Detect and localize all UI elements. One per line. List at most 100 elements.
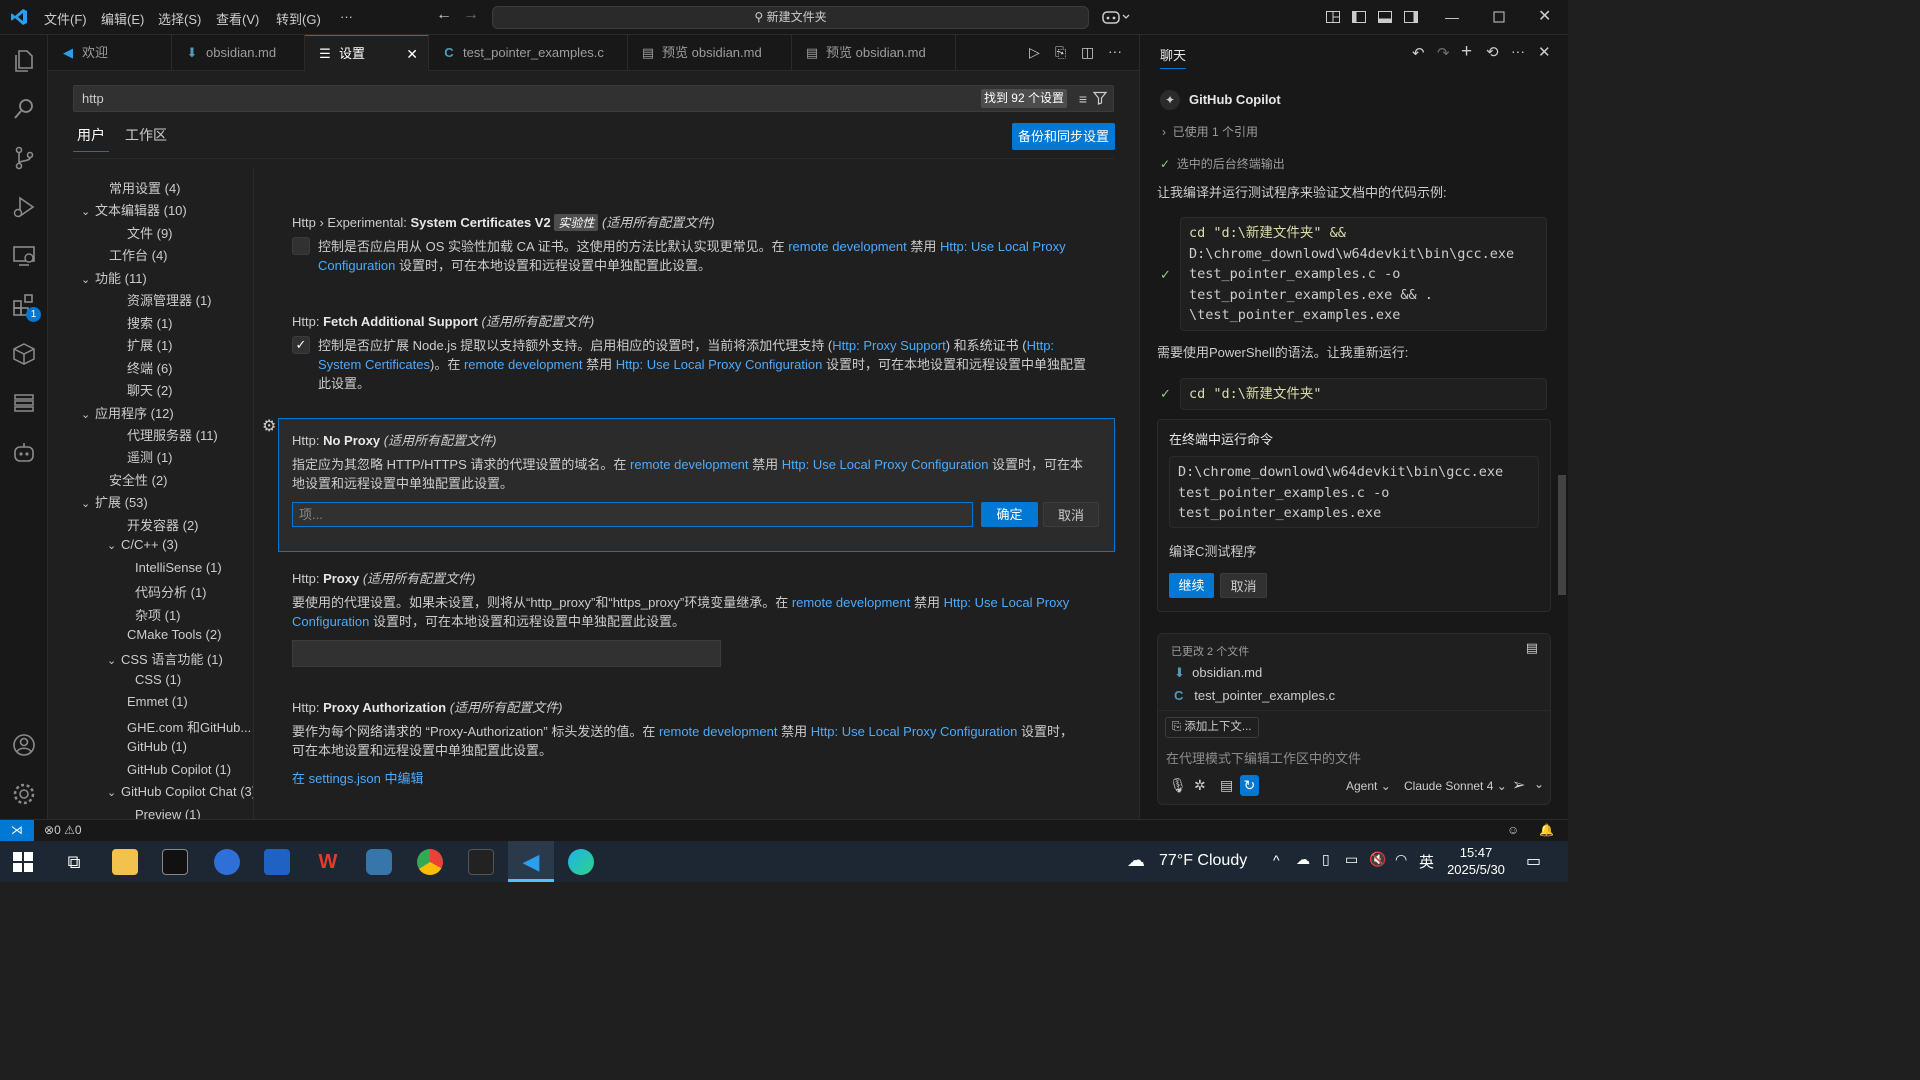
checkbox-system-certificates-v2[interactable] <box>292 237 310 255</box>
remote-indicator-icon[interactable]: ⋊ <box>0 820 34 842</box>
toc-item[interactable]: CSS (1) <box>121 672 181 687</box>
auto-approve-icon[interactable]: ↻ <box>1240 775 1259 796</box>
edit-in-settings-json-link[interactable]: 在 settings.json 中编辑 <box>292 769 1102 788</box>
file-explorer-icon[interactable] <box>112 849 138 875</box>
filter-icon[interactable] <box>1093 91 1107 105</box>
link-remote-development[interactable]: remote development <box>464 357 583 372</box>
tools-icon[interactable]: ✲ <box>1194 777 1206 794</box>
copilot-menu-icon[interactable] <box>1102 9 1132 25</box>
powershell-icon[interactable] <box>264 849 290 875</box>
toc-item[interactable]: Preview (1) <box>121 807 201 819</box>
pending-command-block[interactable]: D:\chrome_downlowd\w64devkit\bin\gcc.exe… <box>1169 456 1539 528</box>
windows-start-icon[interactable] <box>12 851 34 873</box>
source-control-icon[interactable] <box>11 145 37 171</box>
link-use-local-proxy[interactable]: Http: Use Local Proxy Configuration <box>782 457 989 472</box>
menu-file[interactable]: 文件(F) <box>44 9 87 28</box>
toc-item[interactable]: 搜索 (1) <box>113 313 173 332</box>
link-remote-development[interactable]: remote development <box>788 239 907 254</box>
continue-button[interactable]: 继续 <box>1169 573 1214 598</box>
run-debug-icon[interactable] <box>11 194 37 220</box>
obsidian-app-icon[interactable] <box>468 849 494 875</box>
toc-item[interactable]: 文件 (9) <box>113 223 173 242</box>
toc-item[interactable]: 扩展 (1) <box>113 335 173 354</box>
send-options-chevron-icon[interactable]: ⌄ <box>1534 777 1544 791</box>
terminal-app-icon[interactable] <box>162 849 188 875</box>
toc-item[interactable]: 开发容器 (2) <box>113 515 199 534</box>
notifications-bell-icon[interactable]: 🔔 <box>1539 820 1554 841</box>
run-icon[interactable]: ▷ <box>1029 44 1040 61</box>
problems-indicator[interactable]: ⊗0 ⚠0 <box>44 820 82 841</box>
no-proxy-item-input[interactable]: 项... <box>292 502 973 527</box>
chat-scrollbar[interactable] <box>1558 475 1566 595</box>
toc-item[interactable]: 聊天 (2) <box>113 380 173 399</box>
toc-item[interactable]: 安全性 (2) <box>95 470 168 489</box>
clock[interactable]: 15:47 2025/5/30 <box>1444 844 1508 878</box>
task-view-icon[interactable]: ⧉ <box>61 849 87 875</box>
tab-preview-obsidian-1[interactable]: ▤ 预览 obsidian.md <box>628 35 792 71</box>
cancel-button[interactable]: 取消 <box>1043 502 1099 527</box>
tab-user-scope[interactable]: 用户 <box>73 125 109 152</box>
new-chat-icon[interactable]: + <box>1461 41 1472 63</box>
containers-icon[interactable] <box>11 341 37 367</box>
toc-item[interactable]: ⌄ C/C++ (3) <box>107 537 178 552</box>
chat-input[interactable]: 在代理模式下编辑工作区中的文件 <box>1166 748 1361 767</box>
layout-customize-icon[interactable] <box>1325 9 1341 25</box>
microphone-icon[interactable]: 🎙 <box>1169 777 1187 794</box>
cancel-run-button[interactable]: 取消 <box>1220 573 1267 598</box>
onedrive-icon[interactable]: ☁ <box>1296 851 1310 868</box>
checkbox-fetch-additional-support[interactable]: ✓ <box>292 336 310 354</box>
toc-item[interactable]: ⌄ CSS 语言功能 (1) <box>107 649 223 668</box>
tray-chevron-up-icon[interactable]: ^ <box>1273 852 1280 868</box>
confirm-button[interactable]: 确定 <box>981 502 1038 527</box>
toggle-panel-icon[interactable] <box>1377 9 1393 25</box>
toc-item[interactable]: ⌄ 功能 (11) <box>81 268 147 287</box>
search-view-icon[interactable] <box>11 96 37 122</box>
more-actions-icon[interactable]: ··· <box>1108 43 1122 59</box>
terminal-tool-icon[interactable]: ▤ <box>1220 777 1233 794</box>
forward-arrow-icon[interactable]: → <box>463 6 479 24</box>
action-center-icon[interactable]: ▭ <box>1526 851 1541 871</box>
explorer-icon[interactable] <box>11 47 37 73</box>
chat-more-icon[interactable]: ··· <box>1511 43 1525 59</box>
toc-item[interactable]: GitHub (1) <box>113 739 187 754</box>
tab-test-pointer-c[interactable]: Ctest_pointer_examples.c <box>429 35 628 71</box>
chrome-icon[interactable] <box>417 849 443 875</box>
link-configuration[interactable]: Configuration <box>292 614 369 629</box>
tab-obsidian-md[interactable]: ⬇ obsidian.md <box>172 35 305 71</box>
changed-file-obsidian[interactable]: ⬇ obsidian.md <box>1174 665 1262 681</box>
device-icon[interactable]: ▯ <box>1322 851 1330 868</box>
link-use-local-proxy[interactable]: Http: Use Local Proxy <box>940 239 1066 254</box>
toc-item[interactable]: ⌄ 扩展 (53) <box>81 492 148 511</box>
toggle-primary-sidebar-icon[interactable] <box>1351 9 1367 25</box>
toggle-secondary-sidebar-icon[interactable] <box>1403 9 1419 25</box>
history-icon[interactable]: ⟲ <box>1486 43 1499 61</box>
vscode-taskbar-icon[interactable]: ◀ <box>508 841 554 882</box>
toc-item[interactable]: 终端 (6) <box>113 358 173 377</box>
close-tab-icon[interactable]: ✕ <box>406 36 418 72</box>
link-http[interactable]: Http: <box>1027 338 1054 353</box>
minimize-icon[interactable]: — <box>1445 9 1459 25</box>
link-remote-development[interactable]: remote development <box>792 595 911 610</box>
toc-item[interactable]: GitHub Copilot (1) <box>113 762 231 777</box>
copilot-status-icon[interactable]: ☺ <box>1507 820 1519 841</box>
link-use-local-proxy[interactable]: Http: Use Local Proxy Configuration <box>616 357 823 372</box>
battery-icon[interactable]: ▭ <box>1345 851 1358 868</box>
view-changes-icon[interactable]: ▤ <box>1526 640 1538 656</box>
clear-filter-icon[interactable]: ≡ <box>1079 87 1087 112</box>
toc-item[interactable]: GHE.com 和GitHub... (1) <box>113 717 253 736</box>
link-remote-development[interactable]: remote development <box>659 724 778 739</box>
remote-explorer-icon[interactable] <box>11 243 37 269</box>
toc-item[interactable]: 工作台 (4) <box>95 245 168 264</box>
maximize-icon[interactable] <box>1491 9 1507 25</box>
link-use-local-proxy[interactable]: Http: Use Local Proxy Configuration <box>811 724 1018 739</box>
menu-go[interactable]: 转到(G) <box>276 9 321 28</box>
close-chat-icon[interactable]: ✕ <box>1538 43 1551 61</box>
toc-item[interactable]: ⌄ 文本编辑器 (10) <box>81 200 187 219</box>
weather-text[interactable]: 77°F Cloudy <box>1159 852 1247 870</box>
tab-workspace-scope[interactable]: 工作区 <box>121 125 171 151</box>
settings-search-input[interactable]: http 找到 92 个设置 ≡ <box>73 85 1114 112</box>
menu-view[interactable]: 查看(V) <box>216 9 259 28</box>
toc-item[interactable]: 杂项 (1) <box>121 605 181 624</box>
chat-tab-title[interactable]: 聊天 <box>1160 45 1187 69</box>
tab-welcome[interactable]: ◀ 欢迎 <box>48 35 172 71</box>
